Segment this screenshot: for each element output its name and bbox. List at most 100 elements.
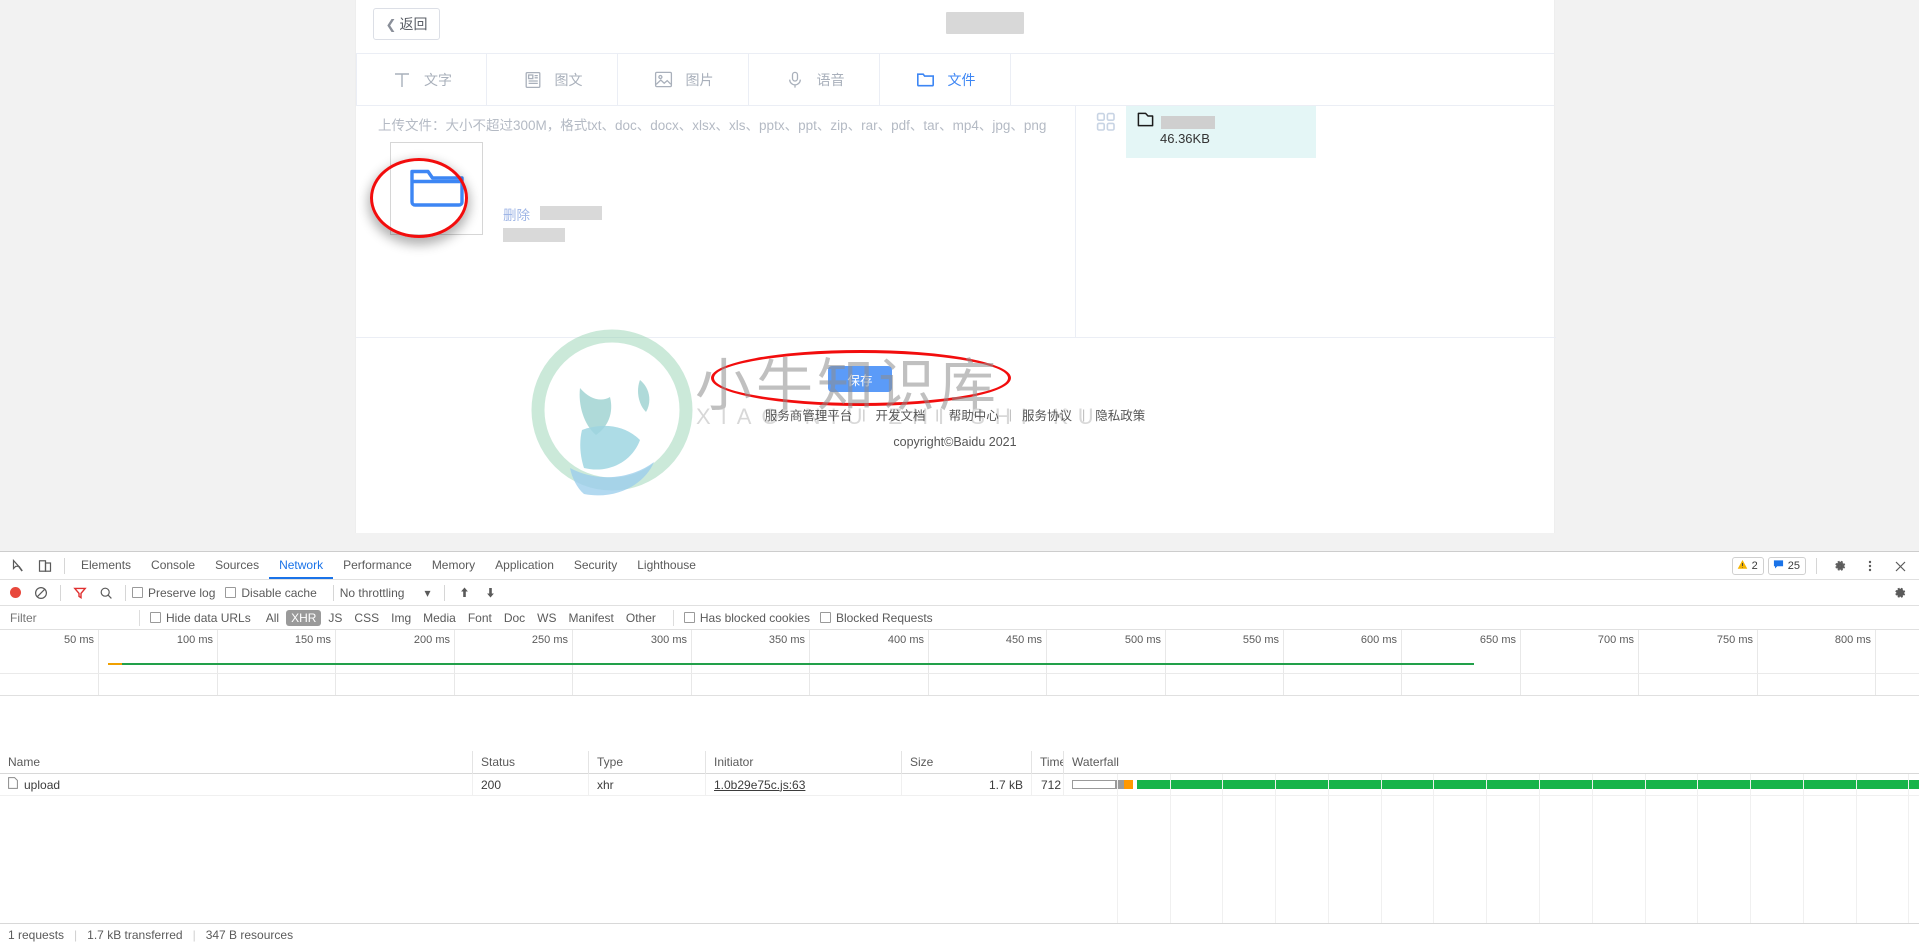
filter-type-css[interactable]: CSS: [349, 610, 384, 626]
column-header-time[interactable]: Time: [1032, 750, 1064, 774]
tab-text[interactable]: 文字: [356, 54, 487, 105]
column-header-status[interactable]: Status: [473, 750, 589, 774]
file-dropzone[interactable]: [390, 142, 483, 235]
status-divider: |: [192, 927, 196, 942]
table-row[interactable]: upload 200 xhr 1.0b29e75c.js:63 1.7 kB 7…: [0, 773, 1919, 796]
filter-type-manifest[interactable]: Manifest: [564, 610, 619, 626]
devtools-tab-elements[interactable]: Elements: [71, 552, 141, 579]
footer-divider: |: [862, 407, 866, 422]
has-blocked-cookies-label: Has blocked cookies: [699, 610, 810, 625]
page-title-redacted: [946, 12, 1024, 34]
waterfall-gridlines: [0, 774, 1919, 923]
filter-type-ws[interactable]: WS: [532, 610, 561, 626]
footer-link-docs[interactable]: 开发文档: [875, 405, 925, 424]
timeline-tick-label: 450 ms: [1005, 634, 1042, 646]
filter-type-all[interactable]: All: [261, 610, 284, 626]
filter-type-doc[interactable]: Doc: [499, 610, 530, 626]
import-har-icon[interactable]: [451, 581, 477, 605]
devtools-tab-security[interactable]: Security: [564, 552, 627, 579]
microphone-icon: [784, 69, 806, 91]
record-button[interactable]: [10, 587, 21, 598]
tab-rich-text[interactable]: 图文: [487, 54, 618, 105]
toolbar-divider: [332, 584, 334, 601]
cell-initiator-link[interactable]: 1.0b29e75c.js:63: [714, 778, 805, 792]
timeline-bar-wait: [108, 663, 122, 665]
disable-cache-checkbox[interactable]: Disable cache: [225, 586, 317, 600]
folder-upload-icon: [408, 163, 466, 214]
image-icon: [653, 69, 675, 91]
request-name: upload: [24, 777, 61, 792]
warnings-badge[interactable]: 2: [1731, 557, 1764, 575]
back-button[interactable]: ❮ 返回: [373, 8, 440, 40]
file-list-item[interactable]: 46.36KB: [1126, 106, 1316, 158]
request-type-icon: [8, 774, 18, 796]
waterfall-gridline: [1381, 774, 1382, 923]
tab-label: 图文: [554, 71, 583, 88]
footer-link-privacy[interactable]: 隐私政策: [1095, 405, 1145, 424]
devtools-tab-lighthouse[interactable]: Lighthouse: [627, 552, 706, 579]
waterfall-gridline: [1539, 774, 1540, 923]
preserve-log-checkbox[interactable]: Preserve log: [132, 586, 215, 600]
export-har-icon[interactable]: [477, 581, 503, 605]
content-type-tabs: 文字 图文 图片 语音 文件: [356, 54, 1554, 106]
throttling-select[interactable]: No throttling ▾: [340, 586, 431, 600]
devtools-tabbar-right: 2 25: [1731, 552, 1913, 580]
filter-type-img[interactable]: Img: [386, 610, 416, 626]
delete-file-link[interactable]: 删除: [503, 208, 530, 223]
close-icon[interactable]: [1887, 554, 1913, 578]
filter-type-font[interactable]: Font: [463, 610, 497, 626]
timeline-tick-label: 500 ms: [1124, 634, 1161, 646]
save-button[interactable]: 保存: [828, 366, 892, 392]
network-filterbar: Hide data URLs All XHR JS CSS Img Media …: [0, 606, 1919, 630]
column-header-size[interactable]: Size: [902, 750, 1032, 774]
blocked-requests-checkbox[interactable]: Blocked Requests: [819, 611, 933, 625]
devtools-tab-network[interactable]: Network: [269, 552, 333, 579]
timeline-tick-label: 650 ms: [1479, 634, 1516, 646]
search-icon[interactable]: [93, 581, 119, 605]
devtools-tab-memory[interactable]: Memory: [422, 552, 485, 579]
hide-data-urls-checkbox[interactable]: Hide data URLs: [150, 611, 251, 625]
footer-link-help[interactable]: 帮助中心: [949, 405, 999, 424]
network-settings-icon[interactable]: [1887, 581, 1913, 605]
footer-link-platform[interactable]: 服务商管理平台: [765, 405, 853, 424]
page-footer: 服务商管理平台 | 开发文档 | 帮助中心 | 服务协议 | 隐私政策 copy…: [355, 405, 1555, 495]
waterfall-gridline: [1275, 774, 1276, 923]
devtools-tab-sources[interactable]: Sources: [205, 552, 269, 579]
waterfall-gridline: [1328, 774, 1329, 923]
clear-icon[interactable]: [28, 581, 54, 605]
messages-badge[interactable]: 25: [1767, 557, 1806, 575]
settings-gear-icon[interactable]: [1827, 554, 1853, 578]
grid-view-icon[interactable]: [1095, 111, 1117, 133]
devtools-tab-performance[interactable]: Performance: [333, 552, 422, 579]
throttling-value: No throttling: [339, 585, 405, 600]
chevron-down-icon: ▾: [424, 585, 431, 600]
column-header-type[interactable]: Type: [589, 750, 706, 774]
column-header-initiator[interactable]: Initiator: [706, 750, 902, 774]
footer-links: 服务商管理平台 | 开发文档 | 帮助中心 | 服务协议 | 隐私政策: [355, 405, 1555, 424]
column-header-name[interactable]: Name: [0, 750, 473, 774]
more-vertical-icon[interactable]: [1857, 554, 1883, 578]
toolbar-divider: [60, 584, 61, 601]
filter-type-xhr[interactable]: XHR: [286, 609, 322, 626]
tab-file[interactable]: 文件: [880, 54, 1011, 105]
footer-divider: |: [1082, 407, 1086, 422]
tab-voice[interactable]: 语音: [749, 54, 880, 105]
waterfall-gridline: [1908, 774, 1909, 923]
devtools-tab-application[interactable]: Application: [485, 552, 564, 579]
device-toolbar-icon[interactable]: [32, 554, 58, 578]
network-overview-timeline[interactable]: 50 ms 100 ms 150 ms 200 ms 250 ms 300 ms 350 m…: [0, 630, 1919, 696]
filter-icon[interactable]: [67, 581, 93, 605]
timeline-tick-label: 300 ms: [650, 634, 687, 646]
column-header-waterfall[interactable]: Waterfall: [1064, 751, 1919, 774]
timeline-tick-label: 400 ms: [887, 634, 924, 646]
filter-input[interactable]: [8, 609, 136, 626]
has-blocked-cookies-checkbox[interactable]: Has blocked cookies: [683, 610, 810, 625]
inspect-element-icon[interactable]: [6, 554, 32, 578]
filter-type-other[interactable]: Other: [621, 610, 661, 626]
filter-type-js[interactable]: JS: [323, 610, 347, 626]
upload-pane: 上传文件：大小不超过300M，格式txt、doc、docx、xlsx、xls、p…: [356, 106, 1076, 337]
footer-link-terms[interactable]: 服务协议: [1022, 405, 1072, 424]
devtools-tab-console[interactable]: Console: [141, 552, 205, 579]
tab-image[interactable]: 图片: [618, 54, 749, 105]
filter-type-media[interactable]: Media: [418, 610, 461, 626]
